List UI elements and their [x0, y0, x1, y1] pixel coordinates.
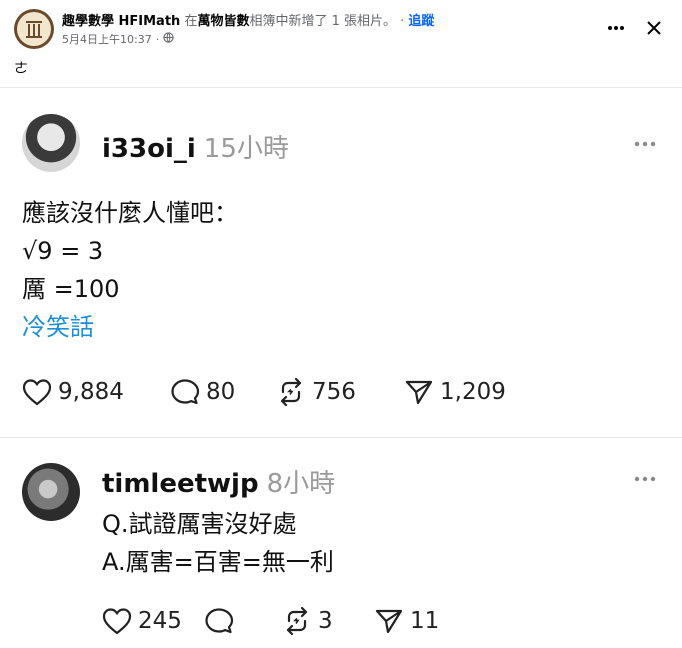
post-text-line: Q.試證厲害沒好處 — [102, 510, 297, 538]
more-horizontal-icon[interactable] — [602, 14, 630, 42]
username[interactable]: i33oi_i — [102, 134, 196, 164]
share-count: 1,209 — [440, 379, 506, 405]
repost-button[interactable]: 3 — [282, 607, 374, 635]
post-text-line: 應該沒什麼人懂吧： — [22, 199, 238, 227]
avatar[interactable] — [22, 114, 80, 172]
like-count: 9,884 — [58, 379, 124, 405]
album-link[interactable]: 萬物皆數 — [197, 14, 249, 29]
connector-text: 在 — [180, 14, 198, 29]
comment-button[interactable]: 80 — [170, 378, 276, 406]
facebook-post-header: 趣學數學 HFIMath 在萬物皆數相簿中新增了 1 張相片。 · 追蹤 5月4… — [0, 0, 682, 88]
repost-count: 3 — [318, 608, 333, 634]
globe-icon[interactable] — [163, 32, 174, 46]
post-timestamp[interactable]: 5月4日上午10:37 — [62, 31, 152, 47]
repost-icon — [286, 607, 308, 635]
send-icon — [375, 609, 403, 634]
repost-count: 756 — [312, 379, 356, 405]
more-horizontal-icon[interactable] — [632, 134, 658, 154]
like-count: 245 — [138, 608, 182, 634]
page-avatar[interactable] — [14, 9, 54, 49]
post-body: Q.試證厲害沒好處 A.厲害=百害=無一利 — [102, 505, 334, 581]
send-icon — [405, 380, 433, 405]
action-bar: 245 3 11 — [102, 607, 439, 635]
more-horizontal-icon[interactable] — [632, 469, 658, 489]
post-caption: ㄜ — [14, 61, 28, 77]
heart-icon — [22, 379, 52, 406]
post-author-line: 趣學數學 HFIMath 在萬物皆數相簿中新增了 1 張相片。 · 追蹤 — [62, 10, 434, 29]
close-icon[interactable] — [640, 14, 668, 42]
post-username-line: timleetwjp 8小時 — [102, 463, 335, 500]
page-logo-icon — [17, 12, 51, 46]
page-name-link[interactable]: 趣學數學 HFIMath — [62, 14, 180, 29]
repost-button[interactable]: 756 — [276, 378, 404, 406]
post-time: 15小時 — [203, 134, 289, 164]
post-meta: 5月4日上午10:37 · — [62, 31, 174, 47]
post-text-line: √9 = 3 — [22, 237, 104, 265]
repost-icon — [280, 378, 302, 406]
heart-icon — [102, 608, 132, 635]
like-button[interactable]: 9,884 — [22, 378, 170, 406]
like-button[interactable]: 245 — [102, 607, 204, 635]
meta-separator: · — [155, 32, 160, 46]
post-text-line: 厲 =100 — [22, 275, 120, 303]
comment-button[interactable] — [204, 607, 282, 635]
share-button[interactable]: 11 — [374, 607, 439, 635]
post-text-line: A.厲害=百害=無一利 — [102, 548, 334, 576]
action-text: 相簿中新增了 1 張相片。 — [249, 14, 397, 29]
comment-count: 80 — [206, 379, 236, 405]
username[interactable]: timleetwjp — [102, 469, 259, 499]
comment-icon — [205, 608, 234, 634]
share-button[interactable]: 1,209 — [404, 378, 506, 406]
action-bar: 9,884 80 756 1,209 — [22, 378, 506, 406]
comment-icon — [171, 379, 200, 405]
topic-tag-link[interactable]: 冷笑話 — [22, 308, 238, 346]
post-username-line: i33oi_i 15小時 — [102, 128, 289, 165]
threads-reply: timleetwjp 8小時 Q.試證厲害沒好處 A.厲害=百害=無一利 245 … — [0, 439, 682, 648]
share-count: 11 — [410, 608, 440, 634]
avatar[interactable] — [22, 463, 80, 521]
post-time: 8小時 — [266, 469, 336, 499]
separator-dot: · — [396, 14, 409, 29]
post-body: 應該沒什麼人懂吧： √9 = 3 厲 =100 冷笑話 — [22, 194, 238, 346]
follow-button[interactable]: 追蹤 — [408, 14, 434, 29]
threads-post: i33oi_i 15小時 應該沒什麼人懂吧： √9 = 3 厲 =100 冷笑話 … — [0, 88, 682, 438]
